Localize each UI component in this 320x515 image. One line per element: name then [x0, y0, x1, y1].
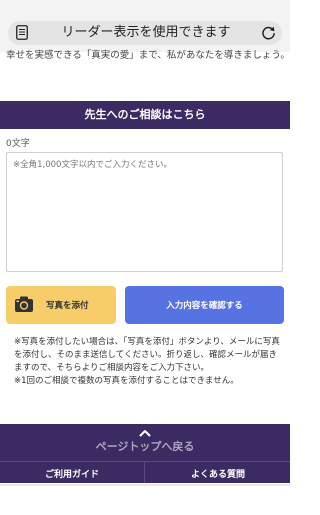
note-item: ※写真を添付したい場合は、「写真を添付」ボタンより、メールに写真を添付し、そのま…	[14, 337, 280, 373]
camera-icon	[15, 296, 33, 312]
reload-icon[interactable]	[261, 25, 276, 40]
intro-text: 幸せを実感できる「真実の愛」まで、私があなたを導きましょう。	[6, 50, 290, 61]
footer-divider	[144, 462, 145, 484]
consult-textarea[interactable]	[6, 152, 283, 272]
chevron-up-icon	[139, 430, 151, 437]
attach-photo-button[interactable]: 写真を添付	[6, 286, 116, 324]
notes: ※写真を添付したい場合は、「写真を添付」ボタンより、メールに写真を添付し、そのま…	[14, 336, 284, 388]
back-to-top-label[interactable]: ページトップへ戻る	[0, 438, 290, 454]
bottom-divider	[0, 484, 290, 486]
footer-nav: ご利用ガイド よくある質問	[0, 461, 290, 484]
confirm-input-label: 入力内容を確認する	[166, 300, 243, 310]
document-icon[interactable]	[16, 25, 28, 40]
consult-title: 先生へのご相談はこちら	[84, 108, 206, 121]
attach-photo-label: 写真を添付	[46, 300, 89, 310]
page-bottom	[0, 483, 290, 515]
consult-header: 先生へのご相談はこちら	[0, 101, 290, 129]
char-count: 0文字	[6, 139, 30, 149]
confirm-input-button[interactable]: 入力内容を確認する	[125, 286, 284, 324]
note-item: ※1回のご相談で複数の写真を添付することはできません。	[14, 376, 239, 386]
footer-link-guide[interactable]: ご利用ガイド	[0, 462, 144, 484]
footer-link-faq[interactable]: よくある質問	[146, 462, 290, 484]
reader-mode-text[interactable]: リーダー表示を使用できます	[36, 24, 256, 41]
